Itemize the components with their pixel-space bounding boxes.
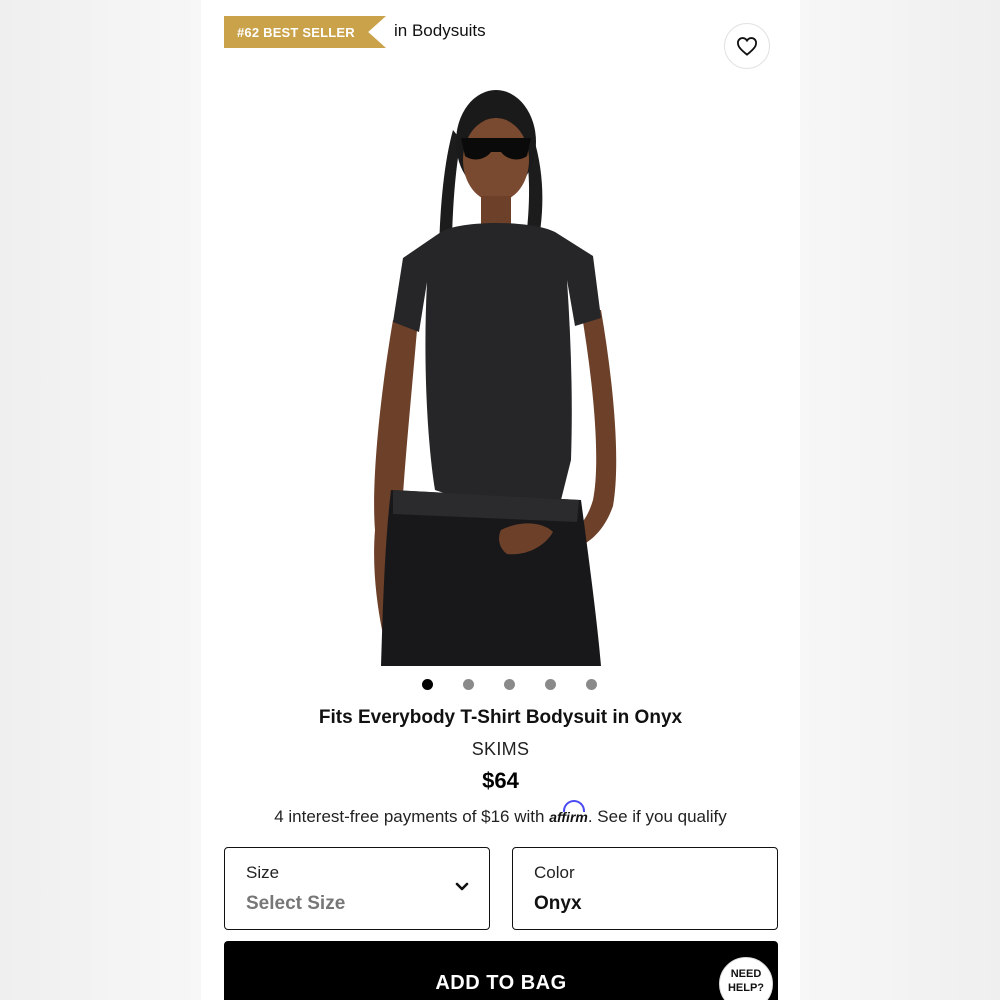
wishlist-button[interactable] <box>724 23 770 69</box>
financing-text: 4 interest-free payments of $16 with <box>274 807 545 826</box>
image-carousel-dots <box>201 679 800 693</box>
category-link[interactable]: in Bodysuits <box>394 21 486 41</box>
model-photo <box>374 90 617 666</box>
product-title: Fits Everybody T-Shirt Bodysuit in Onyx <box>318 707 683 728</box>
carousel-dot[interactable] <box>586 679 597 690</box>
color-select-value: Onyx <box>534 893 582 914</box>
product-price: $64 <box>482 768 519 793</box>
carousel-dot[interactable] <box>504 679 515 690</box>
size-select[interactable]: Size Select Size <box>224 847 490 930</box>
carousel-dot[interactable] <box>463 679 474 690</box>
product-brand[interactable]: SKIMS <box>201 739 800 760</box>
color-select[interactable]: Color Onyx <box>512 847 778 930</box>
need-help-line1: NEED <box>730 968 762 980</box>
need-help-line2: HELP? <box>727 982 765 994</box>
chevron-down-icon <box>455 882 469 891</box>
carousel-dot[interactable] <box>545 679 556 690</box>
product-page: #62 BEST SELLER in Bodysuits Fits Everyb… <box>201 0 800 1000</box>
heart-icon <box>736 37 758 56</box>
best-seller-badge: #62 BEST SELLER <box>224 16 386 48</box>
size-select-label: Size <box>246 863 280 882</box>
see-if-you-qualify-link[interactable]: . See if you qualify <box>588 807 727 826</box>
carousel-dot[interactable] <box>422 679 433 690</box>
add-to-bag-label: ADD TO BAG <box>435 972 567 994</box>
add-to-bag-button[interactable]: ADD TO BAG <box>224 941 778 1000</box>
best-seller-label: #62 BEST SELLER <box>237 24 355 40</box>
color-select-label: Color <box>534 863 575 882</box>
size-select-value: Select Size <box>246 893 346 914</box>
product-image[interactable] <box>331 60 671 666</box>
affirm-logo: affirm <box>549 800 588 825</box>
financing-message: 4 interest-free payments of $16 with aff… <box>201 800 800 827</box>
